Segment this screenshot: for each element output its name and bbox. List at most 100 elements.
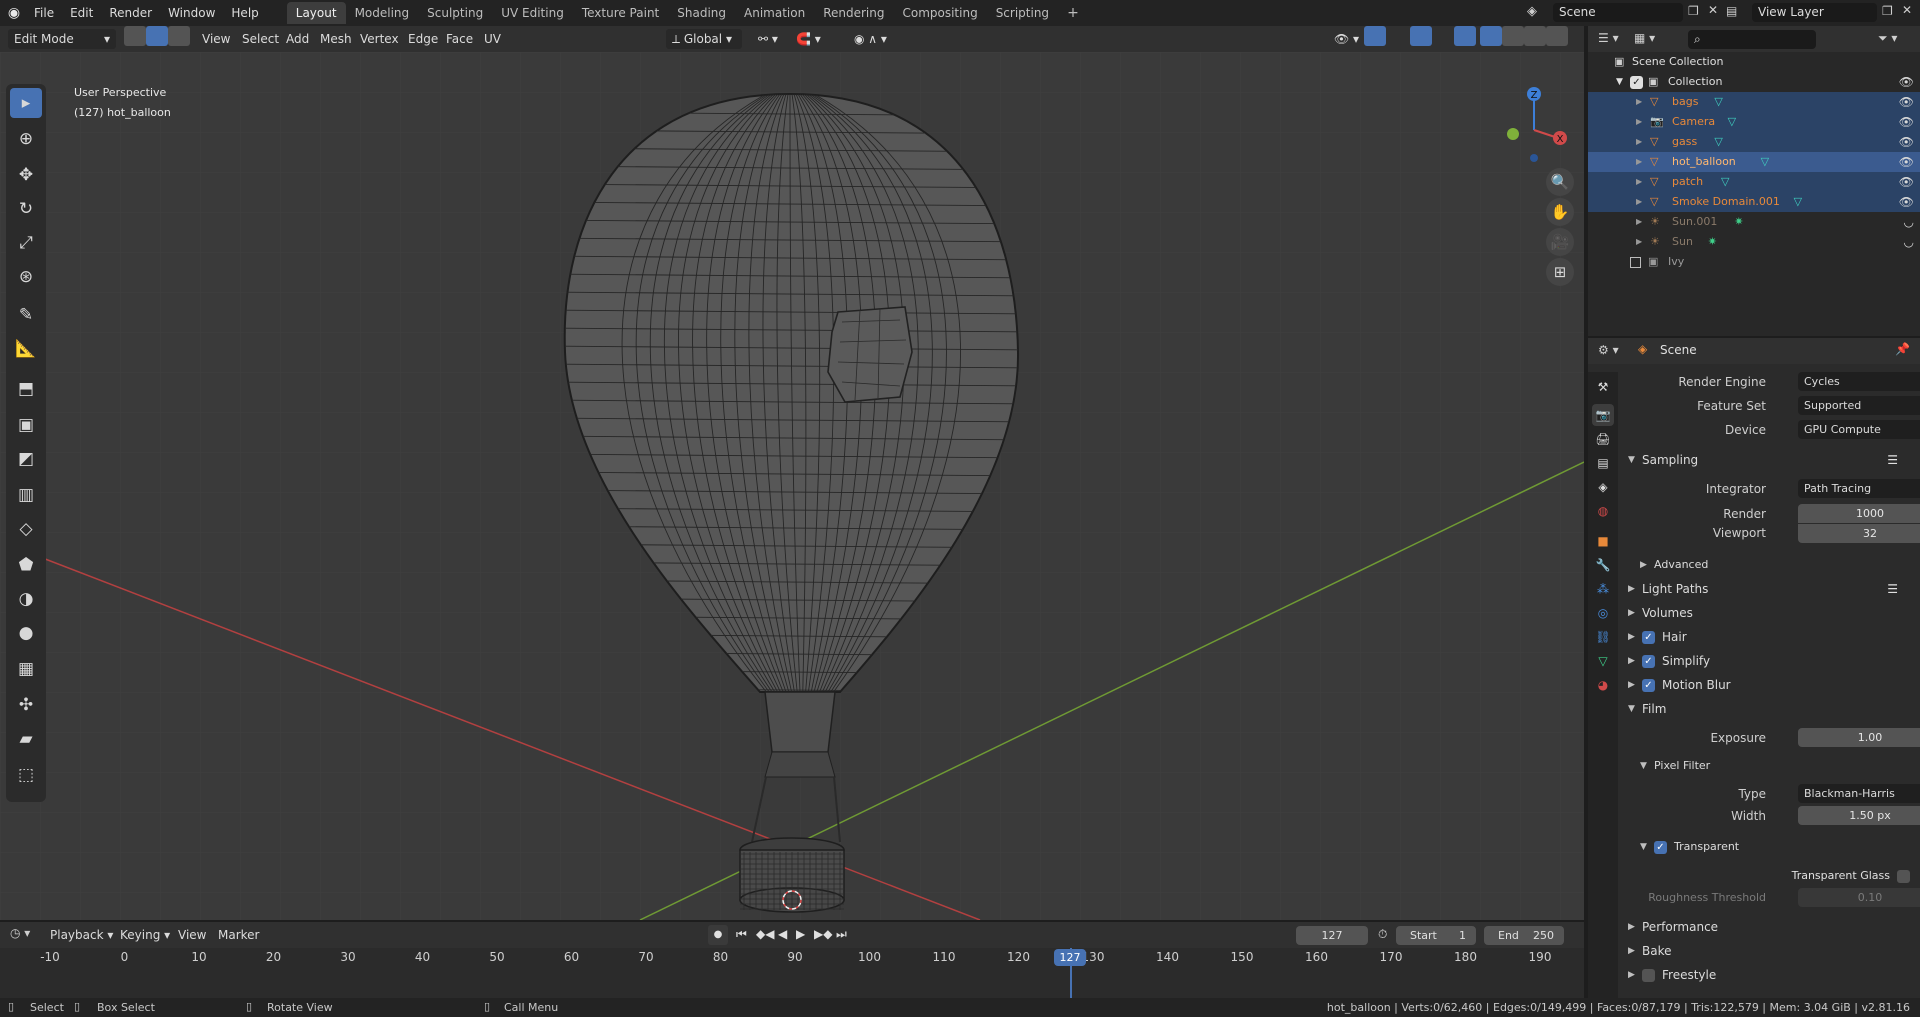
mode-selector[interactable]: Edit Mode ▾ (8, 29, 116, 49)
tool-tab-icon[interactable]: ⚒ (1592, 376, 1614, 398)
tab-animation[interactable]: Animation (735, 2, 814, 24)
move-icon[interactable]: ✥ (10, 160, 42, 190)
light-data-icon[interactable]: ✷ (1708, 232, 1717, 252)
view-layer-tab-icon[interactable]: ▤ (1592, 452, 1614, 474)
hair-panel[interactable]: ▶ ✓ Hair (1618, 627, 1920, 647)
scale-icon[interactable]: ⤢ (10, 228, 42, 258)
physics-tab-icon[interactable]: ◎ (1592, 602, 1614, 624)
display-mode-icon[interactable]: ▦ ▾ (1634, 31, 1655, 45)
loop-cut-icon[interactable]: ▥ (10, 480, 42, 510)
gizmo-toggle-icon[interactable] (1364, 26, 1386, 46)
spin-icon[interactable]: ◑ (10, 584, 42, 614)
filter-icon[interactable]: ⏷ ▾ (1878, 31, 1897, 46)
outliner-ivy[interactable]: ▣ Ivy (1588, 252, 1920, 272)
play-reverse-icon[interactable]: ◀ (778, 927, 787, 941)
jump-end-icon[interactable]: ⏭ (836, 927, 847, 942)
delete-scene-icon[interactable]: ✕ (1708, 3, 1718, 17)
poly-build-icon[interactable]: ⬟ (10, 550, 42, 580)
outliner-search-input[interactable]: ⌕ (1688, 30, 1816, 49)
area-divider-vertical[interactable] (1584, 26, 1588, 998)
volumes-panel[interactable]: ▶ Volumes (1618, 603, 1920, 623)
proportional-edit-icon[interactable]: ◉ ∧ ▾ (848, 29, 893, 49)
tab-layout[interactable]: Layout (286, 2, 346, 24)
tab-modeling[interactable]: Modeling (346, 2, 419, 24)
mesh-data-icon[interactable]: ▽ (1714, 132, 1722, 152)
start-frame-field[interactable]: Start 1 (1396, 926, 1476, 945)
zoom-icon[interactable]: 🔍 (1546, 168, 1574, 196)
pixel-filter-subpanel[interactable]: ▼ Pixel Filter (1618, 756, 1920, 776)
outliner-item[interactable]: ▶ 📷 Camera ▽ 👁 (1588, 112, 1920, 132)
menu-marker[interactable]: Marker (212, 925, 265, 945)
filter-width-field[interactable]: 1.50 px (1798, 806, 1920, 825)
face-select-icon[interactable] (168, 26, 190, 46)
eye-icon[interactable]: 👁 (1899, 72, 1914, 92)
outliner-item[interactable]: ▶ ☀ Sun ✷ ◡ (1588, 232, 1920, 252)
expand-caret-icon[interactable]: ▼ (1616, 72, 1623, 92)
motion-blur-panel[interactable]: ▶ ✓ Motion Blur (1618, 675, 1920, 695)
tab-rendering[interactable]: Rendering (814, 2, 893, 24)
snap-icon[interactable]: 🧲 ▾ (790, 29, 827, 49)
edge-select-icon[interactable] (146, 26, 168, 46)
eye-icon[interactable]: 👁 (1899, 132, 1914, 152)
orientation-selector[interactable]: ⟂ Global ▾ (666, 29, 742, 49)
smooth-icon[interactable]: ● (10, 618, 42, 648)
material-tab-icon[interactable]: ◕ (1592, 674, 1614, 696)
menu-keying[interactable]: Keying ▾ (114, 925, 176, 945)
render-samples-field[interactable]: 1000 (1798, 504, 1920, 523)
new-scene-icon[interactable]: ❐ (1688, 4, 1699, 18)
scene-icon[interactable]: ◈ (1527, 4, 1537, 19)
motion-blur-checkbox[interactable]: ✓ (1642, 679, 1655, 692)
sampling-panel-header[interactable]: ▼ Sampling ☰ (1618, 450, 1920, 470)
expand-caret-icon[interactable]: ▶ (1636, 172, 1642, 192)
overlay-toggle-icon[interactable] (1410, 26, 1432, 46)
mesh-data-icon[interactable]: ▽ (1761, 152, 1769, 172)
eye-icon[interactable]: 👁 (1899, 92, 1914, 112)
pivot-icon[interactable]: ⚯ ▾ (752, 29, 784, 49)
inset-icon[interactable]: ▣ (10, 410, 42, 440)
rendered-shading-icon[interactable] (1546, 26, 1568, 46)
render-tab-icon[interactable]: 📷 (1592, 404, 1614, 426)
transparent-checkbox[interactable]: ✓ (1654, 841, 1667, 854)
transparent-subpanel[interactable]: ▼ ✓ Transparent (1618, 837, 1920, 857)
menu-edge[interactable]: Edge (402, 29, 444, 49)
view-layer-icon[interactable]: ▤ (1726, 4, 1737, 18)
3d-viewport[interactable]: User Perspective (127) hot_balloon Z X (0, 52, 1584, 920)
expand-caret-icon[interactable]: ▶ (1636, 132, 1642, 152)
timeline-editor-icon[interactable]: ◷ ▾ (10, 926, 30, 940)
outliner-collection[interactable]: ▼ ✓ ▣ Collection 👁 (1588, 72, 1920, 92)
tab-texture-paint[interactable]: Texture Paint (573, 2, 668, 24)
annotate-icon[interactable]: ✎ (10, 300, 42, 330)
bake-panel[interactable]: ▶ Bake (1618, 941, 1920, 961)
eye-icon[interactable]: 👁 (1899, 172, 1914, 192)
feature-set-dropdown[interactable]: Supported▾ (1798, 396, 1920, 415)
expand-caret-icon[interactable]: ▶ (1636, 192, 1642, 212)
particles-tab-icon[interactable]: ⁂ (1592, 578, 1614, 600)
tab-compositing[interactable]: Compositing (893, 2, 986, 24)
film-panel-header[interactable]: ▼ Film (1618, 699, 1920, 719)
navigation-gizmo[interactable]: Z X (1496, 82, 1576, 162)
tab-uv-editing[interactable]: UV Editing (492, 2, 573, 24)
cursor-icon[interactable]: ⊕ (10, 124, 42, 154)
eye-icon[interactable]: 👁 (1899, 152, 1914, 172)
properties-editor-icon[interactable]: ⚙ ▾ (1598, 343, 1619, 357)
data-tab-icon[interactable]: ▽ (1592, 650, 1614, 672)
camera-view-icon[interactable]: 🎥 (1546, 228, 1574, 256)
light-paths-panel[interactable]: ▶ Light Paths ☰ (1618, 579, 1920, 599)
collection-checkbox[interactable] (1630, 257, 1641, 268)
blender-logo-icon[interactable]: ◉ (2, 5, 26, 21)
outliner-item[interactable]: ▶ ▽ patch ▽ 👁 (1588, 172, 1920, 192)
extrude-icon[interactable]: ⬒ (10, 374, 42, 404)
outliner-item[interactable]: ▶ ☀ Sun.001 ✷ ◡ (1588, 212, 1920, 232)
mesh-data-icon[interactable]: ▽ (1721, 172, 1729, 192)
menu-vertex[interactable]: Vertex (354, 29, 405, 49)
select-box-icon[interactable]: ▸ (10, 88, 42, 118)
knife-icon[interactable]: ◇ (10, 514, 42, 544)
view-layer-selector[interactable]: View Layer (1752, 3, 1877, 22)
rotate-icon[interactable]: ↻ (10, 194, 42, 224)
integrator-dropdown[interactable]: Path Tracing▾ (1798, 479, 1920, 498)
simplify-checkbox[interactable]: ✓ (1642, 655, 1655, 668)
eye-icon[interactable]: 👁 (1899, 192, 1914, 212)
menu-uv[interactable]: UV (478, 29, 507, 49)
area-divider-horizontal[interactable] (1588, 336, 1920, 338)
outliner-item[interactable]: ▶ ▽ Smoke Domain.001 ▽ 👁 (1588, 192, 1920, 212)
